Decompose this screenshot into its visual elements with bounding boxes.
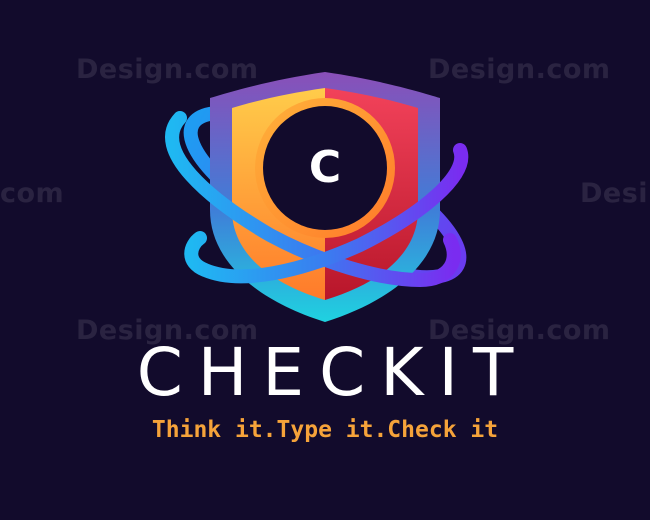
emblem-letter: C	[308, 142, 342, 193]
brand-tagline: Think it.Type it.Check it	[151, 417, 499, 443]
brand-title: CHECKIT	[136, 334, 529, 411]
